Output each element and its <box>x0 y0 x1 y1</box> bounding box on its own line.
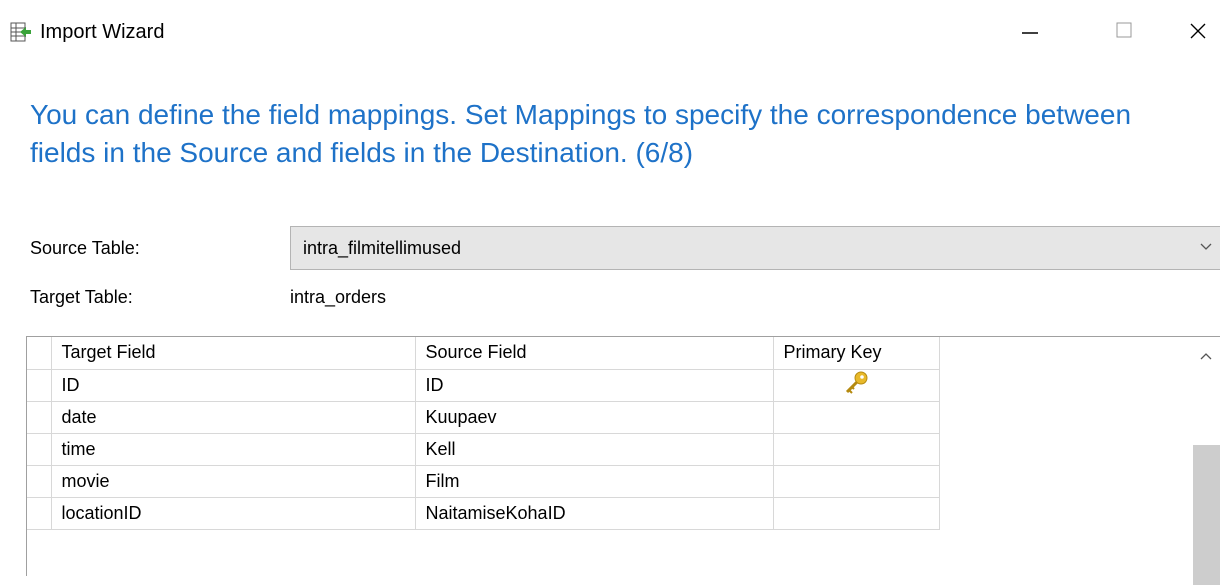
row-indicator[interactable] <box>27 400 52 434</box>
step-heading: You can define the field mappings. Set M… <box>30 99 1132 168</box>
import-table-icon <box>10 21 32 43</box>
close-icon <box>1188 21 1206 44</box>
title-bar: Import Wizard <box>0 0 1220 64</box>
row-indicator-header <box>27 337 52 370</box>
source-table-dropdown[interactable]: intra_filmitellimused <box>290 226 1220 270</box>
row-indicator[interactable] <box>27 496 52 530</box>
maximize-button[interactable] <box>1104 14 1144 50</box>
target-field-cell[interactable]: time <box>50 432 416 466</box>
target-field-cell[interactable]: movie <box>50 464 416 498</box>
mapping-table: Target Field Source Field Primary Key ID… <box>27 337 940 530</box>
source-table-label: Source Table: <box>30 238 140 258</box>
key-icon <box>843 371 869 399</box>
column-header-target-field[interactable]: Target Field <box>50 337 416 370</box>
source-field-cell[interactable]: Kuupaev <box>414 400 774 434</box>
target-table-label: Target Table: <box>30 287 133 307</box>
close-button[interactable] <box>1188 14 1220 50</box>
source-table-value: intra_filmitellimused <box>303 238 462 258</box>
primary-key-cell[interactable] <box>772 432 940 466</box>
table-row[interactable]: locationID NaitamiseKohaID <box>27 496 940 530</box>
minimize-button[interactable] <box>1010 14 1050 50</box>
table-row[interactable]: movie Film <box>27 464 940 498</box>
source-field-cell[interactable]: Kell <box>414 432 774 466</box>
table-row[interactable]: time Kell <box>27 432 940 466</box>
target-field-cell[interactable]: locationID <box>50 496 416 530</box>
maximize-icon <box>1115 21 1133 44</box>
source-field-cell[interactable]: NaitamiseKohaID <box>414 496 774 530</box>
header-row: Target Field Source Field Primary Key <box>27 337 940 370</box>
primary-key-cell[interactable] <box>772 496 940 530</box>
scrollbar-thumb[interactable] <box>1193 445 1220 585</box>
table-row[interactable]: ID ID <box>27 368 940 402</box>
chevron-down-icon <box>1199 240 1213 259</box>
column-header-primary-key[interactable]: Primary Key <box>772 337 940 370</box>
column-header-source-field[interactable]: Source Field <box>414 337 774 370</box>
target-field-cell[interactable]: date <box>50 400 416 434</box>
row-indicator[interactable] <box>27 368 52 402</box>
source-field-cell[interactable]: Film <box>414 464 774 498</box>
field-mapping-grid[interactable]: Target Field Source Field Primary Key ID… <box>26 336 1220 585</box>
row-indicator[interactable] <box>27 432 52 466</box>
scroll-up-icon[interactable] <box>1199 349 1213 368</box>
row-indicator[interactable] <box>27 464 52 498</box>
target-table-value: intra_orders <box>290 287 387 307</box>
minimize-icon <box>1021 21 1039 44</box>
primary-key-cell[interactable] <box>772 368 940 402</box>
window-title: Import Wizard <box>40 21 165 43</box>
primary-key-cell[interactable] <box>772 464 940 498</box>
table-row[interactable]: date Kuupaev <box>27 400 940 434</box>
primary-key-cell[interactable] <box>772 400 940 434</box>
target-field-cell[interactable]: ID <box>50 368 416 402</box>
source-field-cell[interactable]: ID <box>414 368 774 402</box>
